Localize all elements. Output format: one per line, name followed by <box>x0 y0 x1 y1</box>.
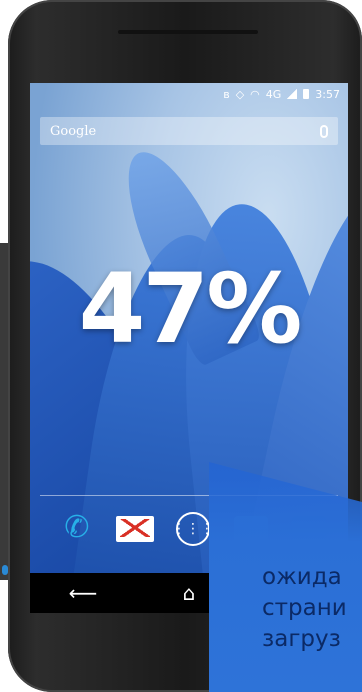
apps-grid-glyph: ⋮⋮⋮ <box>172 521 214 537</box>
gmail-icon[interactable] <box>116 516 154 542</box>
earpiece-speaker <box>118 30 258 34</box>
back-button[interactable]: ⟵ <box>53 581 113 605</box>
bluetooth-icon: ʙ <box>223 87 230 101</box>
signal-icon <box>287 89 298 99</box>
progress-percent: 47% <box>78 253 303 365</box>
apps-grid-icon[interactable]: ⋮⋮⋮ <box>172 512 214 546</box>
loading-line: ожида <box>262 564 342 590</box>
battery-icon <box>303 89 310 99</box>
phone-icon[interactable]: ✆ <box>60 510 94 545</box>
loading-line: страни <box>262 595 347 621</box>
loading-message: ожида страни загруз <box>262 562 362 655</box>
wifi-icon: ◠ <box>250 87 260 101</box>
status-bar: ʙ ◇ ◠ 4G 3:57 <box>30 83 348 105</box>
network-type: 4G <box>265 87 282 101</box>
google-search-bar[interactable]: Google <box>40 117 338 145</box>
mic-icon[interactable] <box>320 124 328 138</box>
loading-line: загруз <box>262 626 341 652</box>
google-logo: Google <box>50 123 97 139</box>
alarm-icon: ◇ <box>235 87 245 101</box>
status-time: 3:57 <box>315 87 340 101</box>
